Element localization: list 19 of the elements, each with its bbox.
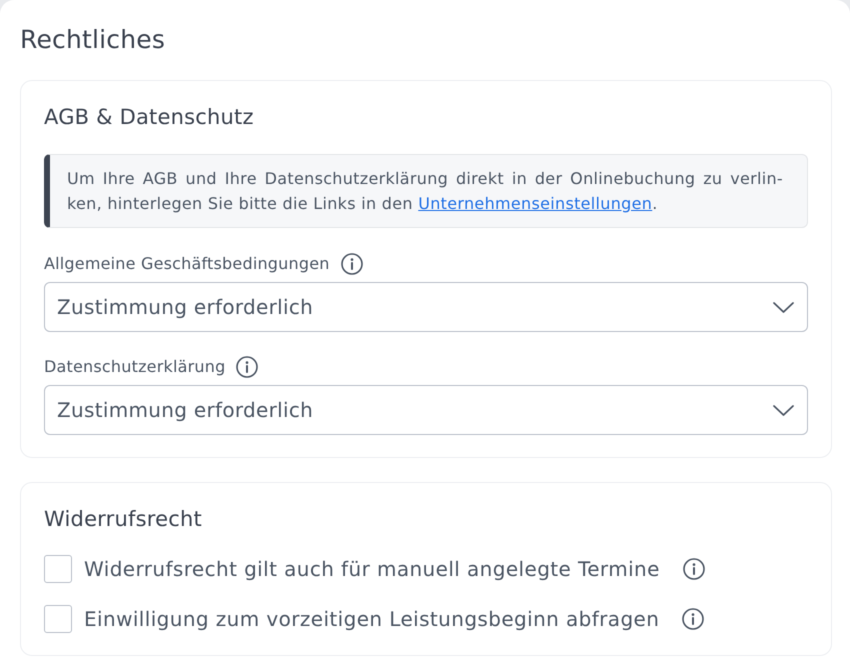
info-icon[interactable] — [236, 356, 258, 378]
info-text: Um Ihre AGB und Ihre Datenschutzerklärung direkt in der Onlinebuchung zu verlin-ken, hinterlegen Sie bitte die Links in den Unternehmenseinstellungen. — [67, 168, 783, 215]
field-label: Datenschutzerklärung — [44, 357, 226, 377]
checkbox[interactable] — [44, 605, 72, 633]
checkbox[interactable] — [44, 555, 72, 583]
chevron-down-icon — [773, 302, 794, 312]
checkbox-label: Einwilligung zum vorzeitigen Leistungsbeginn abfragen — [84, 606, 660, 633]
section-heading: Widerrufsrecht — [44, 506, 203, 533]
settings-link[interactable]: Unternehmenseinstellungen — [418, 194, 652, 213]
select-field[interactable]: Zustimmung erforderlich — [44, 282, 808, 332]
checkbox-label: Widerrufsrecht gilt auch für manuell angelegte Termine — [84, 556, 660, 583]
chevron-down-icon — [773, 404, 794, 416]
field-label: Allgemeine Geschäftsbedingungen — [44, 254, 330, 274]
page-title: Rechtliches — [20, 24, 166, 56]
section-heading: AGB & Datenschutz — [44, 104, 255, 131]
info-icon[interactable] — [340, 253, 363, 275]
select-field[interactable]: Zustimmung erforderlich — [44, 385, 808, 435]
info-icon[interactable] — [682, 608, 704, 630]
info-icon[interactable] — [682, 558, 705, 580]
